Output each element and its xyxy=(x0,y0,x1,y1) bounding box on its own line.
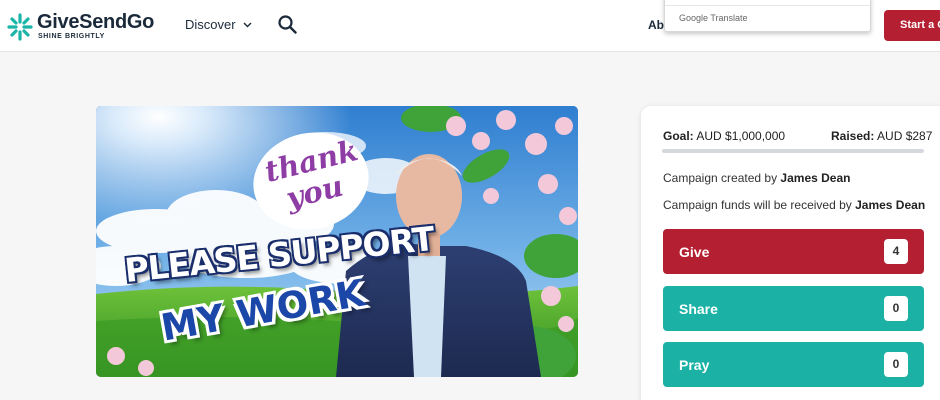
givesendgo-logo-icon xyxy=(7,13,33,41)
give-label: Give xyxy=(679,244,710,260)
brand-name: GiveSendGo xyxy=(37,11,155,33)
recipient-prefix: Campaign funds will be received by xyxy=(663,198,852,212)
nav-discover-label: Discover xyxy=(185,17,236,32)
campaign-recipient: Campaign funds will be received by James… xyxy=(663,198,925,212)
raised-label: Raised: xyxy=(831,129,875,143)
recipient-name[interactable]: James Dean xyxy=(855,198,925,212)
share-count-badge: 0 xyxy=(884,296,908,321)
start-campaign-button[interactable]: Start a C xyxy=(884,10,940,41)
goal-label: Goal: xyxy=(663,129,694,143)
chevron-down-icon xyxy=(243,22,252,27)
translate-divider xyxy=(665,5,870,6)
search-icon xyxy=(278,15,297,34)
pray-count-badge: 0 xyxy=(884,352,908,377)
brand-logo[interactable]: GiveSendGo SHINE BRIGHTLY xyxy=(6,11,156,43)
site-header: GiveSendGo SHINE BRIGHTLY Discover Abo G… xyxy=(0,0,940,52)
google-translate-popup[interactable]: Google Translate xyxy=(664,0,871,32)
give-count-badge: 4 xyxy=(884,239,908,264)
goal-amount: Goal: AUD $1,000,000 xyxy=(663,129,785,143)
campaign-hero-image: thank you PLEASE SUPPORT MY WORK xyxy=(96,106,578,377)
translate-label: Google Translate xyxy=(679,13,748,23)
funding-progress-bar xyxy=(662,149,924,153)
goal-value: AUD $1,000,000 xyxy=(696,129,786,143)
creator-prefix: Campaign created by xyxy=(663,171,778,185)
search-button[interactable] xyxy=(278,15,297,39)
pray-label: Pray xyxy=(679,357,710,373)
raised-amount: Raised: AUD $287 xyxy=(831,129,932,143)
raised-value: AUD $287 xyxy=(877,129,933,143)
give-button[interactable]: Give 4 xyxy=(663,229,924,274)
share-label: Share xyxy=(679,301,718,317)
campaign-creator: Campaign created by James Dean xyxy=(663,171,850,185)
donation-card: Goal: AUD $1,000,000 Raised: AUD $287 Ca… xyxy=(641,106,940,400)
pray-button[interactable]: Pray 0 xyxy=(663,342,924,387)
share-button[interactable]: Share 0 xyxy=(663,286,924,331)
nav-discover[interactable]: Discover xyxy=(185,17,252,32)
brand-tagline: SHINE BRIGHTLY xyxy=(38,33,105,40)
creator-name[interactable]: James Dean xyxy=(780,171,850,185)
